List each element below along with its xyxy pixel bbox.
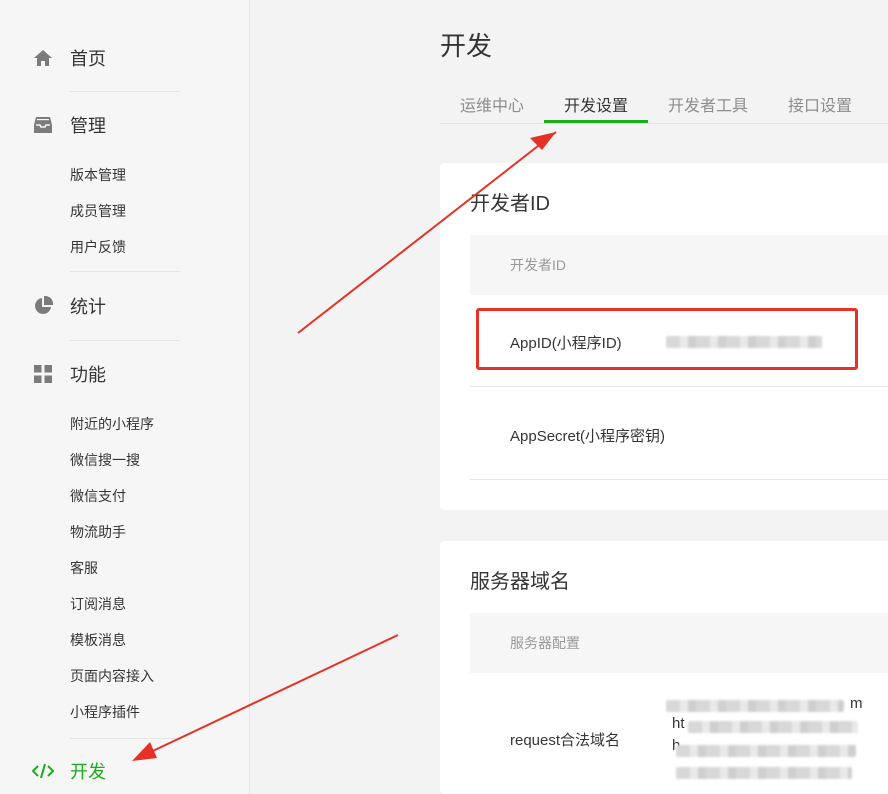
sidebar-item-nearby-miniprogram[interactable]: 附近的小程序 — [70, 414, 154, 434]
card-title: 服务器域名 — [470, 571, 570, 593]
table-row-appsecret: AppSecret(小程序密钥) — [470, 387, 888, 480]
domain-fragment: m — [850, 695, 863, 712]
divider — [70, 340, 180, 341]
request-domain-label: request合法域名 — [510, 732, 621, 749]
sidebar-item-page-content[interactable]: 页面内容接入 — [70, 666, 154, 686]
sidebar-item-customer-service[interactable]: 客服 — [70, 558, 98, 578]
pie-chart-icon — [32, 295, 54, 317]
page-title: 开发 — [440, 31, 493, 61]
sidebar-item-subscribe-message[interactable]: 订阅消息 — [70, 594, 126, 614]
table-header-label: 开发者ID — [510, 257, 566, 273]
appsecret-label: AppSecret(小程序密钥) — [510, 428, 666, 445]
sidebar-item-label: 管理 — [70, 116, 106, 136]
sidebar-item-manage[interactable]: 管理 — [0, 105, 250, 145]
tab-dev-settings[interactable]: 开发设置 — [564, 92, 628, 116]
home-icon — [32, 47, 54, 69]
table-header: 服务器配置 — [470, 613, 888, 673]
sidebar-item-plugins[interactable]: 小程序插件 — [70, 702, 140, 722]
domain-value-redacted — [676, 745, 856, 757]
domain-value-redacted — [666, 700, 844, 712]
sidebar-item-label: 统计 — [70, 297, 106, 317]
sidebar-item-label: 开发 — [70, 762, 106, 782]
grid-icon — [32, 363, 54, 385]
sidebar-item-label: 首页 — [70, 49, 106, 69]
table-row-request-domain: request合法域名 m ht h — [470, 673, 888, 794]
inbox-icon — [32, 114, 54, 136]
domain-fragment: ht — [672, 715, 685, 732]
code-icon — [32, 760, 54, 782]
sidebar-item-user-feedback[interactable]: 用户反馈 — [70, 237, 126, 257]
tab-api-settings[interactable]: 接口设置 — [788, 92, 852, 116]
tab-ops-center[interactable]: 运维中心 — [460, 92, 524, 116]
table-header-label: 服务器配置 — [510, 635, 580, 651]
divider — [70, 271, 180, 272]
active-tab-indicator — [544, 120, 648, 123]
sidebar-item-version-management[interactable]: 版本管理 — [70, 165, 126, 185]
sidebar-item-wechat-search[interactable]: 微信搜一搜 — [70, 450, 140, 470]
sidebar-item-label: 功能 — [70, 365, 106, 385]
sidebar: 首页 管理 版本管理 成员管理 用户反馈 统计 功能 附近的小程序 微信搜一搜 … — [0, 0, 250, 794]
domain-value-redacted — [676, 767, 852, 779]
card-title: 开发者ID — [470, 193, 550, 215]
domain-value-redacted — [688, 721, 858, 733]
divider — [70, 738, 180, 739]
sidebar-item-logistics[interactable]: 物流助手 — [70, 522, 126, 542]
annotation-highlight-box — [476, 308, 858, 370]
sidebar-item-home[interactable]: 首页 — [0, 38, 250, 78]
table-header: 开发者ID — [470, 235, 888, 295]
sidebar-item-features[interactable]: 功能 — [0, 354, 250, 394]
sidebar-item-template-message[interactable]: 模板消息 — [70, 630, 126, 650]
tab-bar: 运维中心 开发设置 开发者工具 接口设置 — [440, 80, 888, 124]
sidebar-item-wechat-pay[interactable]: 微信支付 — [70, 486, 126, 506]
server-domain-card: 服务器域名 服务器配置 request合法域名 m ht h — [440, 541, 888, 794]
arrow-head — [530, 132, 556, 150]
tab-dev-tools[interactable]: 开发者工具 — [668, 92, 748, 116]
sidebar-item-member-management[interactable]: 成员管理 — [70, 201, 126, 221]
divider — [70, 91, 180, 92]
sidebar-item-dev[interactable]: 开发 — [0, 751, 250, 791]
sidebar-item-stats[interactable]: 统计 — [0, 286, 250, 326]
